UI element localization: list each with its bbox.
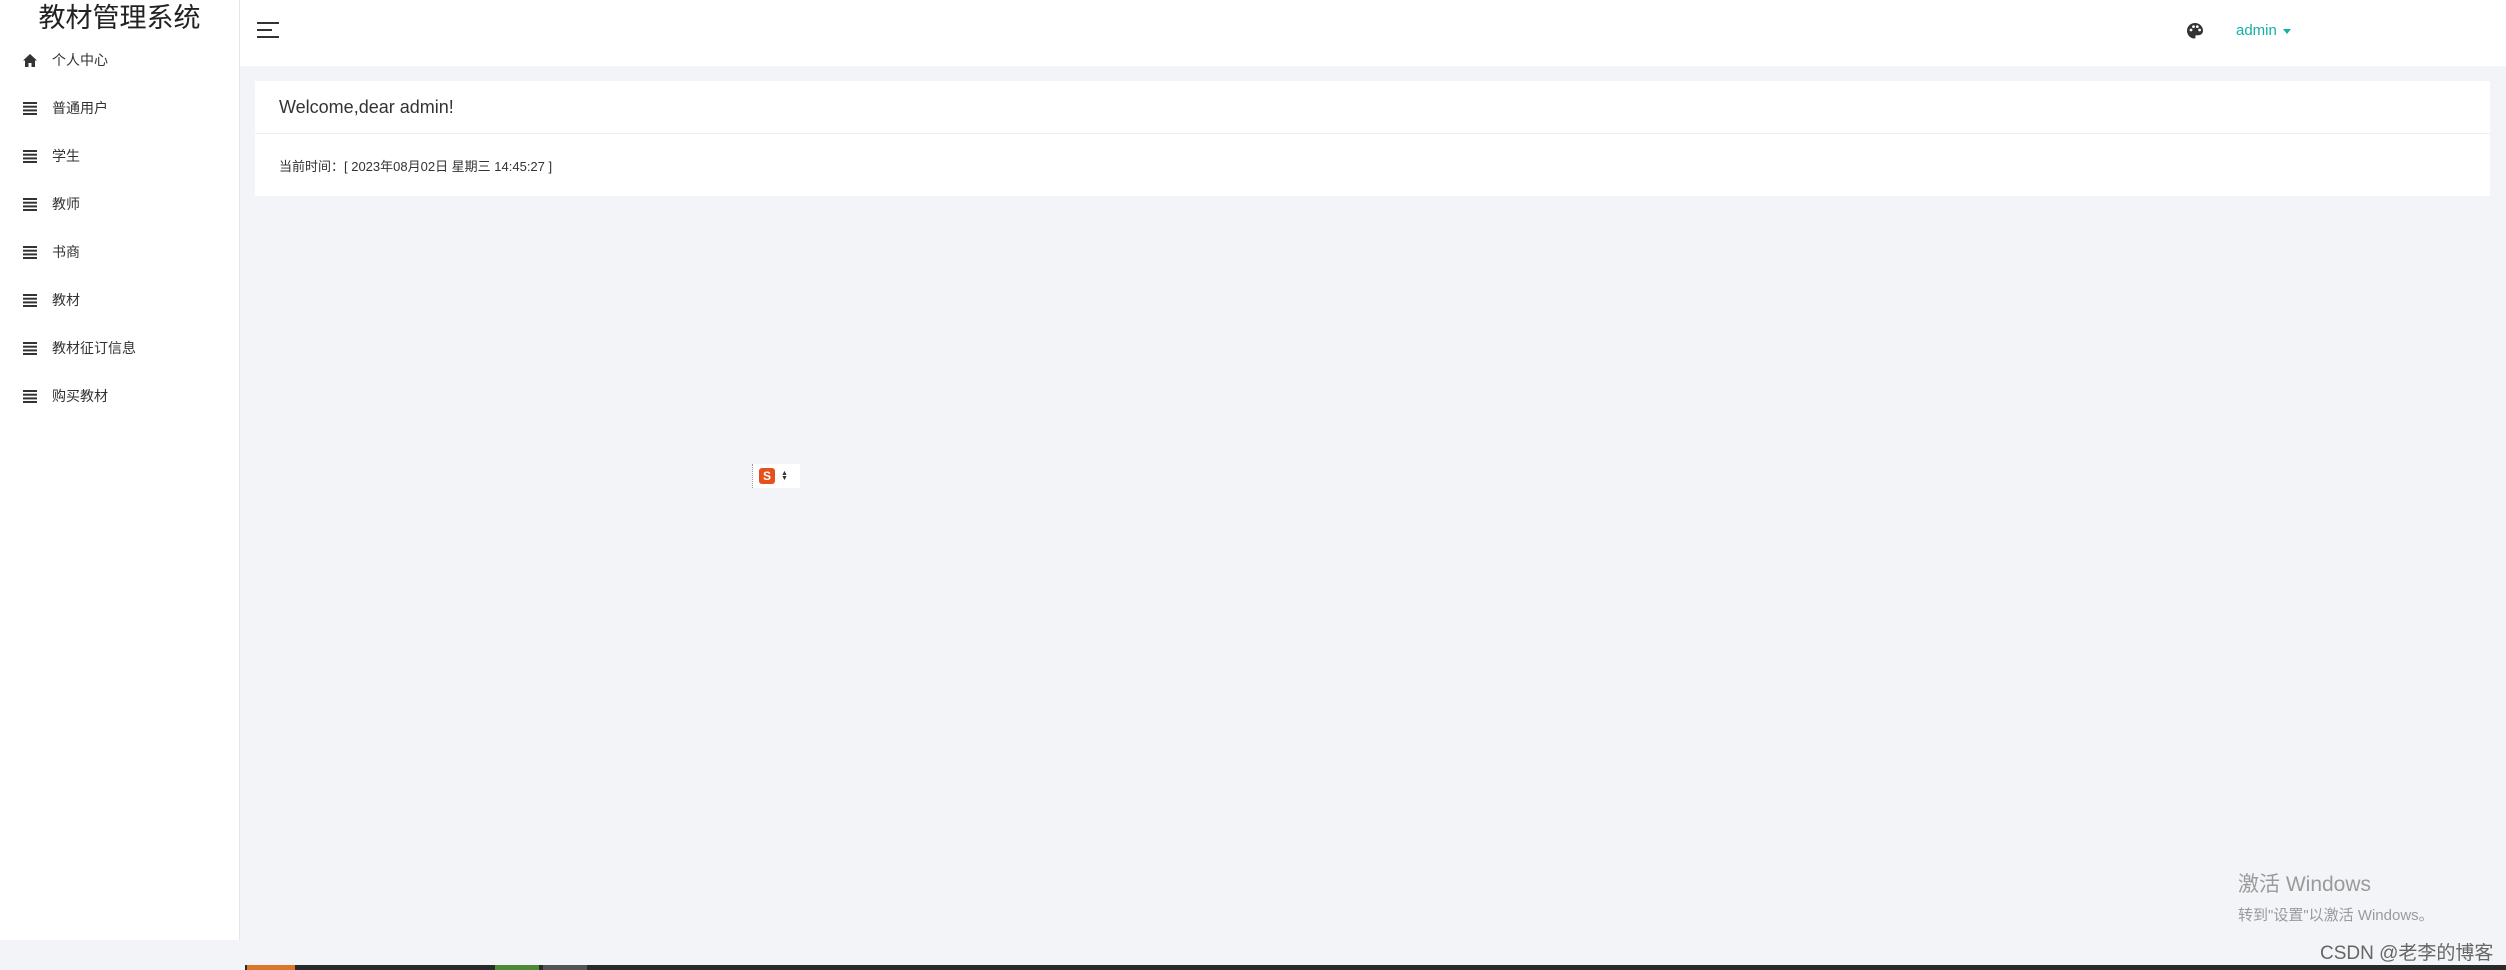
menu-toggle-icon[interactable]	[257, 22, 279, 40]
app-title: 教材管理系统	[38, 3, 201, 33]
sidebar: 教材管理系统 个人中心 普通用户 学生 教师 书商 教材 教材征订信息 购买教材	[0, 0, 240, 940]
user-name: admin	[2236, 22, 2277, 39]
activation-subtitle: 转到"设置"以激活 Windows。	[2238, 907, 2434, 924]
sidebar-item-label: 教材征订信息	[52, 340, 136, 356]
ime-expand-icon[interactable]: ▲ ▼	[781, 470, 788, 482]
sidebar-item-textbook-subscriptions[interactable]: 教材征订信息	[0, 324, 239, 372]
sidebar-item-label: 教师	[52, 196, 80, 212]
csdn-watermark: CSDN @老李的博客	[2320, 943, 2494, 964]
sidebar-item-label: 购买教材	[52, 388, 108, 404]
caret-down-icon	[2282, 28, 2291, 34]
sidebar-item-buy-textbooks[interactable]: 购买教材	[0, 372, 239, 420]
taskbar-item[interactable]	[543, 965, 587, 970]
sidebar-menu: 个人中心 普通用户 学生 教师 书商 教材 教材征订信息 购买教材	[0, 36, 239, 420]
taskbar-item[interactable]	[495, 965, 539, 970]
sidebar-item-students[interactable]: 学生	[0, 132, 239, 180]
list-icon	[22, 340, 38, 356]
user-menu[interactable]: admin	[2236, 22, 2291, 39]
welcome-heading: Welcome,dear admin!	[255, 81, 2490, 134]
sidebar-item-label: 普通用户	[52, 100, 108, 116]
palette-icon[interactable]	[2186, 22, 2204, 40]
sidebar-item-booksellers[interactable]: 书商	[0, 228, 239, 276]
home-icon	[22, 52, 38, 68]
sidebar-item-teachers[interactable]: 教师	[0, 180, 239, 228]
sidebar-item-label: 教材	[52, 292, 80, 308]
sidebar-item-regular-users[interactable]: 普通用户	[0, 84, 239, 132]
list-icon	[22, 196, 38, 212]
taskbar	[245, 965, 2506, 970]
sidebar-item-textbooks[interactable]: 教材	[0, 276, 239, 324]
top-bar: admin	[240, 0, 2506, 66]
sogou-ime-icon[interactable]: S	[759, 468, 775, 484]
list-icon	[22, 100, 38, 116]
sidebar-item-label: 学生	[52, 148, 80, 164]
list-icon	[22, 292, 38, 308]
list-icon	[22, 148, 38, 164]
windows-activation-notice: 激活 Windows 转到"设置"以激活 Windows。	[2238, 868, 2434, 925]
list-icon	[22, 244, 38, 260]
list-icon	[22, 388, 38, 404]
sidebar-item-personal-center[interactable]: 个人中心	[0, 36, 239, 84]
sidebar-item-label: 个人中心	[52, 52, 108, 68]
activation-title: 激活 Windows	[2238, 873, 2372, 896]
taskbar-item[interactable]	[247, 965, 295, 970]
welcome-card: Welcome,dear admin! 当前时间：[ 2023年08月02日 星…	[255, 81, 2490, 196]
current-time: 当前时间：[ 2023年08月02日 星期三 14:45:27 ]	[279, 158, 553, 174]
sidebar-item-label: 书商	[52, 244, 80, 260]
ime-toolbar[interactable]: S ▲ ▼	[752, 464, 800, 488]
